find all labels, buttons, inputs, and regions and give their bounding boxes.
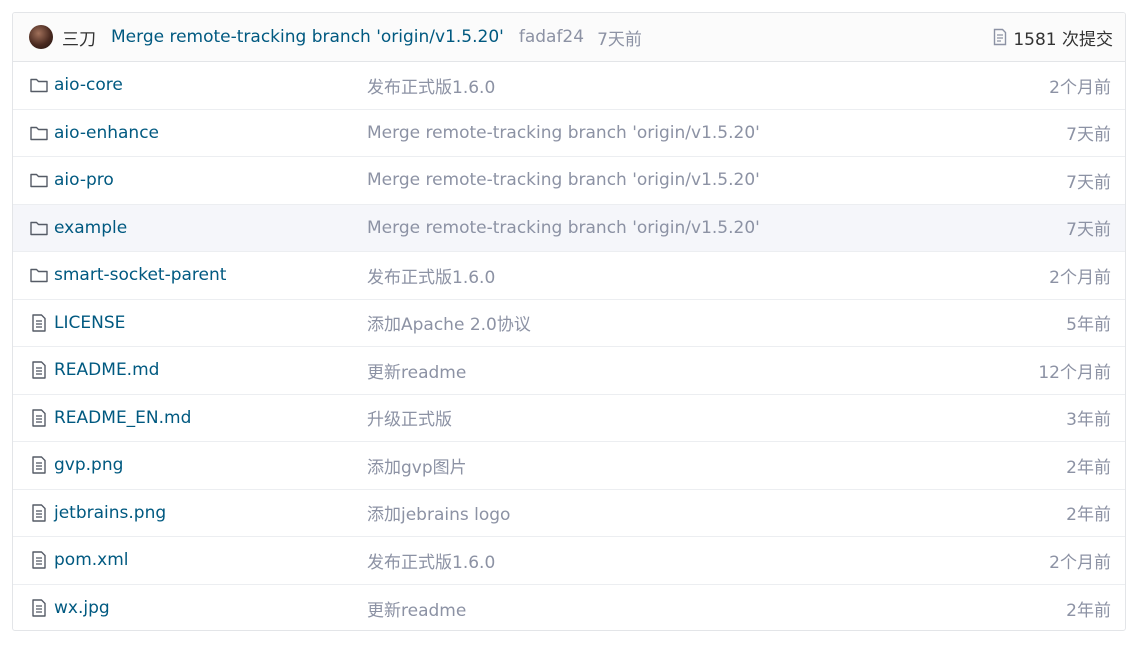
file-commit-time: 5年前 [1066, 315, 1111, 336]
file-row[interactable]: README.md 更新readme 12个月前 [13, 347, 1125, 395]
file-commit-time: 7天前 [1066, 125, 1111, 146]
folder-icon [30, 269, 48, 283]
file-row[interactable]: LICENSE 添加Apache 2.0协议 5年前 [13, 300, 1125, 347]
commit-author[interactable]: 三刀 [62, 25, 96, 50]
file-commit-time: 2个月前 [1049, 552, 1111, 573]
file-commit-message[interactable]: 添加jebrains logo [367, 500, 1066, 525]
file-commit-message[interactable]: 发布正式版1.6.0 [367, 73, 1049, 98]
file-name-link[interactable]: jetbrains.png [54, 503, 166, 523]
file-row[interactable]: pom.xml 发布正式版1.6.0 2个月前 [13, 537, 1125, 585]
file-commit-time: 2年前 [1066, 457, 1111, 478]
file-icon [32, 314, 46, 332]
file-name-link[interactable]: aio-enhance [54, 123, 159, 143]
file-commit-message[interactable]: 发布正式版1.6.0 [367, 548, 1049, 573]
file-row[interactable]: jetbrains.png 添加jebrains logo 2年前 [13, 490, 1125, 537]
file-row[interactable]: wx.jpg 更新readme 2年前 [13, 585, 1125, 631]
latest-commit-bar: 三刀 Merge remote-tracking branch 'origin/… [13, 13, 1125, 62]
file-commit-time: 2年前 [1066, 505, 1111, 526]
file-icon [32, 409, 46, 427]
file-icon [32, 456, 46, 474]
commit-sha[interactable]: fadaf24 [519, 27, 584, 47]
file-name-link[interactable]: pom.xml [54, 550, 129, 570]
file-row[interactable]: aio-enhance Merge remote-tracking branch … [13, 110, 1125, 157]
file-name-cell: LICENSE [29, 313, 367, 333]
file-commit-message[interactable]: 发布正式版1.6.0 [367, 263, 1049, 288]
file-name-link[interactable]: README_EN.md [54, 408, 191, 428]
file-name-link[interactable]: gvp.png [54, 455, 123, 475]
file-name-link[interactable]: smart-socket-parent [54, 265, 226, 285]
file-name-cell: smart-socket-parent [29, 265, 367, 285]
file-name-cell: wx.jpg [29, 598, 367, 618]
file-name-link[interactable]: example [54, 218, 127, 238]
file-commit-message[interactable]: Merge remote-tracking branch 'origin/v1.… [367, 123, 1066, 143]
file-row[interactable]: README_EN.md 升级正式版 3年前 [13, 395, 1125, 442]
file-commit-time: 2个月前 [1049, 77, 1111, 98]
file-icon [32, 504, 46, 522]
file-commit-time: 12个月前 [1038, 362, 1111, 383]
folder-icon [30, 79, 48, 93]
file-row[interactable]: example Merge remote-tracking branch 'ori… [13, 204, 1125, 252]
file-commit-time: 2个月前 [1049, 267, 1111, 288]
file-name-cell: README_EN.md [29, 408, 367, 428]
commit-count-link[interactable]: 1581 次提交 [992, 25, 1113, 50]
file-row[interactable]: aio-pro Merge remote-tracking branch 'ori… [13, 157, 1125, 205]
file-commit-time: 7天前 [1066, 172, 1111, 193]
file-commit-message[interactable]: Merge remote-tracking branch 'origin/v1.… [367, 218, 1066, 238]
file-icon [32, 599, 46, 617]
file-commit-time: 3年前 [1066, 410, 1111, 431]
folder-icon [30, 221, 48, 235]
file-name-link[interactable]: LICENSE [54, 313, 125, 333]
folder-icon [30, 126, 48, 140]
commits-icon [994, 28, 1007, 46]
folder-icon [30, 174, 48, 188]
commit-message-link[interactable]: Merge remote-tracking branch 'origin/v1.… [111, 27, 504, 47]
file-name-link[interactable]: README.md [54, 360, 159, 380]
file-commit-message[interactable]: 更新readme [367, 596, 1066, 621]
file-name-cell: aio-core [29, 75, 367, 95]
file-name-link[interactable]: aio-core [54, 75, 123, 95]
file-icon [32, 361, 46, 379]
file-name-cell: aio-pro [29, 170, 367, 190]
file-commit-time: 2年前 [1066, 600, 1111, 621]
file-name-cell: gvp.png [29, 455, 367, 475]
file-icon [32, 551, 46, 569]
file-row[interactable]: aio-core 发布正式版1.6.0 2个月前 [13, 62, 1125, 110]
file-name-link[interactable]: wx.jpg [54, 598, 110, 618]
commit-count-label: 1581 次提交 [1013, 29, 1113, 50]
file-commit-message[interactable]: 添加gvp图片 [367, 453, 1066, 478]
file-commit-time: 7天前 [1066, 220, 1111, 241]
file-row[interactable]: gvp.png 添加gvp图片 2年前 [13, 442, 1125, 490]
file-name-cell: aio-enhance [29, 123, 367, 143]
file-commit-message[interactable]: 添加Apache 2.0协议 [367, 310, 1066, 335]
commit-time: 7天前 [597, 29, 642, 50]
file-list-panel: 三刀 Merge remote-tracking branch 'origin/… [12, 12, 1126, 631]
file-name-cell: README.md [29, 360, 367, 380]
file-row[interactable]: smart-socket-parent 发布正式版1.6.0 2个月前 [13, 252, 1125, 300]
file-commit-message[interactable]: Merge remote-tracking branch 'origin/v1.… [367, 170, 1066, 190]
file-commit-message[interactable]: 升级正式版 [367, 405, 1066, 430]
file-name-cell: pom.xml [29, 550, 367, 570]
file-name-cell: example [29, 218, 367, 238]
file-rows: aio-core 发布正式版1.6.0 2个月前 aio-enhance Merge r… [13, 62, 1125, 631]
author-avatar[interactable] [29, 25, 53, 49]
file-name-link[interactable]: aio-pro [54, 170, 114, 190]
file-name-cell: jetbrains.png [29, 503, 367, 523]
file-commit-message[interactable]: 更新readme [367, 358, 1038, 383]
